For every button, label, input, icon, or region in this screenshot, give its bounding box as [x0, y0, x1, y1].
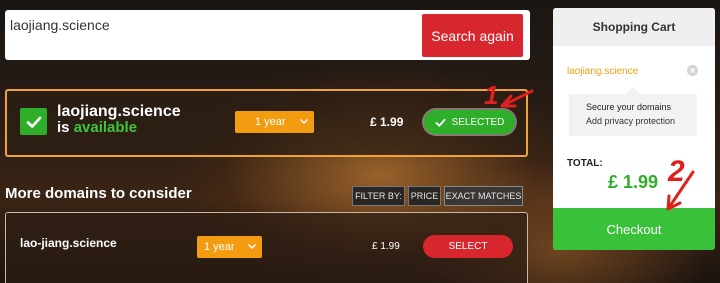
total-value: £ 1.99: [608, 172, 659, 192]
cart-item-domain: laojiang.science: [567, 66, 639, 77]
cart-title: Shopping Cart: [553, 8, 715, 46]
remove-item-icon[interactable]: [687, 65, 698, 76]
selected-label: SELECTED: [451, 116, 505, 128]
filter-exact-matches-button[interactable]: EXACT MATCHES: [444, 186, 523, 206]
filter-by-label: FILTER BY:: [352, 186, 405, 206]
status-word: available: [73, 119, 138, 136]
search-input[interactable]: [10, 3, 415, 47]
period-select-main[interactable]: 1 year: [235, 111, 314, 133]
alt-price: £ 1.99: [372, 241, 400, 252]
filter-price-button[interactable]: PRICE: [408, 186, 441, 206]
status-prefix: is: [57, 119, 70, 136]
chevron-down-icon: [299, 118, 309, 125]
more-domains-title: More domains to consider: [5, 185, 192, 202]
availability-status: is available: [57, 119, 137, 136]
search-again-button[interactable]: Search again: [422, 14, 523, 57]
alt-domain-name: lao-jiang.science: [20, 236, 117, 250]
period-select-alt[interactable]: 1 year: [197, 236, 262, 258]
select-button[interactable]: SELECT: [423, 235, 513, 258]
available-check-icon: [20, 108, 47, 135]
period-value: 1 year: [204, 241, 235, 253]
period-value: 1 year: [255, 116, 286, 128]
upsell-title: Secure your domains: [586, 102, 672, 112]
main-price: £ 1.99: [370, 115, 404, 129]
selected-button[interactable]: SELECTED: [424, 110, 515, 134]
chevron-down-icon: [247, 243, 257, 250]
privacy-upsell-box[interactable]: [569, 87, 697, 136]
check-icon: [435, 118, 446, 127]
upsell-subtitle: Add privacy protection: [586, 116, 676, 126]
total-label: TOTAL:: [567, 158, 603, 169]
checkout-button[interactable]: Checkout: [553, 208, 715, 250]
